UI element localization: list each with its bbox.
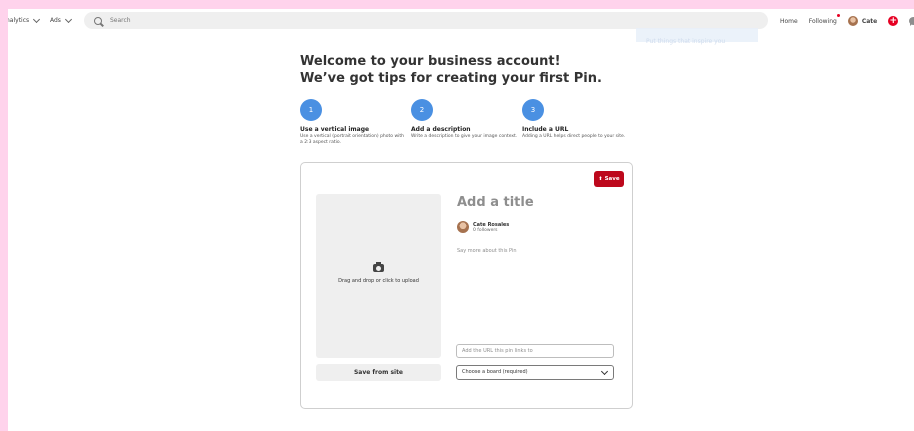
analytics-menu[interactable]: nalytics [8,15,41,24]
chevron-down-icon [600,367,609,376]
page: nalytics Ads Search Home Following Cate … [8,9,914,431]
save-button-label: Save [604,176,620,182]
step-2: 2 Add a description Write a description … [411,99,519,140]
save-from-site-button[interactable]: Save from site [316,364,441,381]
step-title: Add a description [411,126,471,133]
url-field[interactable]: Add the URL this pin links to [456,344,614,358]
faded-tooltip: Put things that inspire you [636,28,758,45]
ads-label: Ads [50,17,61,24]
avatar [457,221,469,233]
user-profile-button[interactable]: Cate [847,16,878,26]
step-1: 1 Use a vertical image Use a vertical (p… [300,99,408,146]
search-bar[interactable]: Search [84,12,768,29]
search-placeholder: Search [110,17,131,24]
notification-dot [837,14,840,17]
ads-menu[interactable]: Ads [50,15,72,24]
create-plus-icon[interactable]: + [888,16,899,26]
description-input[interactable]: Say more about this Pin [457,248,517,254]
title-input[interactable]: Add a title [457,195,534,210]
messages-icon[interactable] [909,17,914,26]
page-title-line-2: We’ve got tips for creating your first P… [300,71,602,86]
step-3: 3 Include a URL Adding a URL helps direc… [522,99,630,140]
avatar [847,16,858,26]
upload-instructions: Drag and drop or click to upload [338,278,419,284]
step-description: Adding a URL helps direct people to your… [522,134,626,139]
step-description: Use a vertical (portrait orientation) ph… [300,134,405,145]
step-description: Write a description to give your image c… [411,134,518,139]
faded-tooltip-text: Put things that inspire you [646,38,726,45]
camera-icon [373,262,384,272]
step-number-badge: 3 [522,99,544,121]
step-number-badge: 2 [411,99,433,121]
pin-builder-card: ⬆ Save Drag and drop or click to upload … [300,162,633,409]
step-number-badge: 1 [300,99,322,121]
author-name: Cate Rosales [473,221,510,228]
author-info: Cate Rosales 0 followers [457,221,509,233]
analytics-label: nalytics [8,17,30,24]
author-followers: 0 followers [473,227,498,233]
pin-icon: ⬆ [598,176,603,182]
tips-steps: 1 Use a vertical image Use a vertical (p… [300,99,640,159]
board-select-value: Choose a board (required) [462,369,528,375]
image-upload-area[interactable]: Drag and drop or click to upload [316,194,441,358]
page-title: Welcome to your business account! We’ve … [300,53,602,87]
user-name: Cate [861,17,878,25]
home-link[interactable]: Home [780,18,798,25]
board-select[interactable]: Choose a board (required) [456,365,614,380]
chevron-down-icon [64,15,72,23]
step-title: Use a vertical image [300,126,370,133]
save-button[interactable]: ⬆ Save [594,171,624,187]
search-icon [94,16,102,25]
following-link[interactable]: Following [809,18,837,25]
step-title: Include a URL [522,126,569,133]
page-title-line-1: Welcome to your business account! [300,54,561,69]
chevron-down-icon [33,15,41,23]
right-nav: Home Following Cate + [780,13,914,29]
top-navigation: nalytics Ads Search Home Following Cate … [8,9,914,33]
